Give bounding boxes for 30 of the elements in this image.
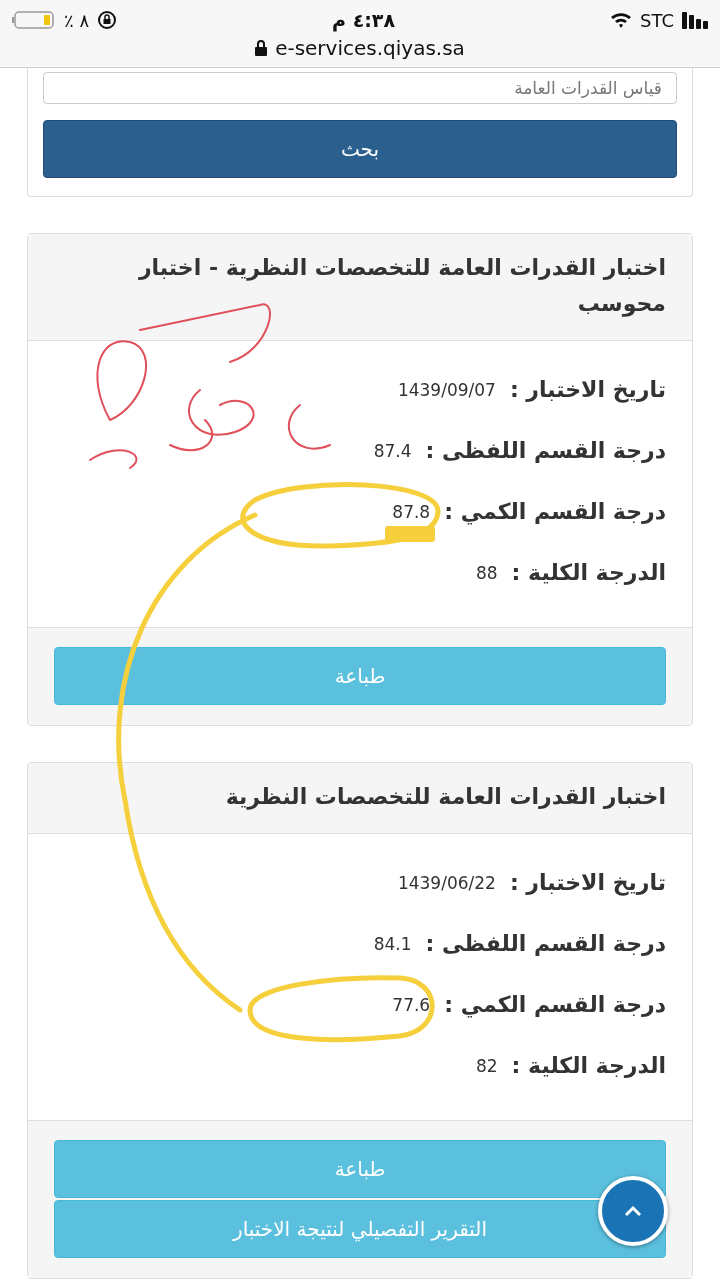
- field-value: 87.8: [392, 501, 431, 522]
- page-url[interactable]: e-services.qiyas.sa: [275, 36, 465, 60]
- battery-icon: [12, 10, 56, 30]
- wifi-icon: [610, 11, 633, 29]
- field-value: 1439/09/07: [397, 379, 496, 400]
- field-value: 77.6: [392, 994, 431, 1015]
- field-label: تاريخ الاختبار :: [509, 870, 666, 895]
- field-value: 87.4: [373, 440, 412, 461]
- field-value: 82: [475, 1055, 498, 1076]
- rotation-lock-icon: [97, 10, 118, 30]
- field-value: 88: [475, 562, 498, 583]
- battery-percent: ٪ ٨: [64, 9, 90, 31]
- field-label: درجة القسم الكمي :: [444, 499, 666, 524]
- field-label: تاريخ الاختبار :: [509, 377, 666, 402]
- carrier-name: STC: [640, 9, 674, 31]
- select-field[interactable]: قياس القدرات العامة: [43, 72, 677, 104]
- clock-time: ٤:٣٨ م: [332, 9, 396, 31]
- field-value: 84.1: [373, 933, 412, 954]
- search-button[interactable]: بحث: [43, 120, 677, 178]
- field-label: الدرجة الكلية :: [511, 560, 666, 585]
- lock-icon: [255, 40, 268, 56]
- field-label: درجة القسم اللفظى :: [425, 931, 666, 956]
- field-label: درجة القسم الكمي :: [444, 992, 666, 1017]
- chevron-up-icon: [624, 1205, 642, 1217]
- field-label: الدرجة الكلية :: [511, 1053, 666, 1078]
- field-value: 1439/06/22: [397, 872, 496, 893]
- signal-icon: [682, 11, 710, 29]
- card-title: اختبار القدرات العامة للتخصصات النظرية: [28, 763, 692, 834]
- card-title: اختبار القدرات العامة للتخصصات النظرية - اختبار محوسب: [28, 234, 692, 341]
- field-label: درجة القسم اللفظى :: [425, 438, 666, 463]
